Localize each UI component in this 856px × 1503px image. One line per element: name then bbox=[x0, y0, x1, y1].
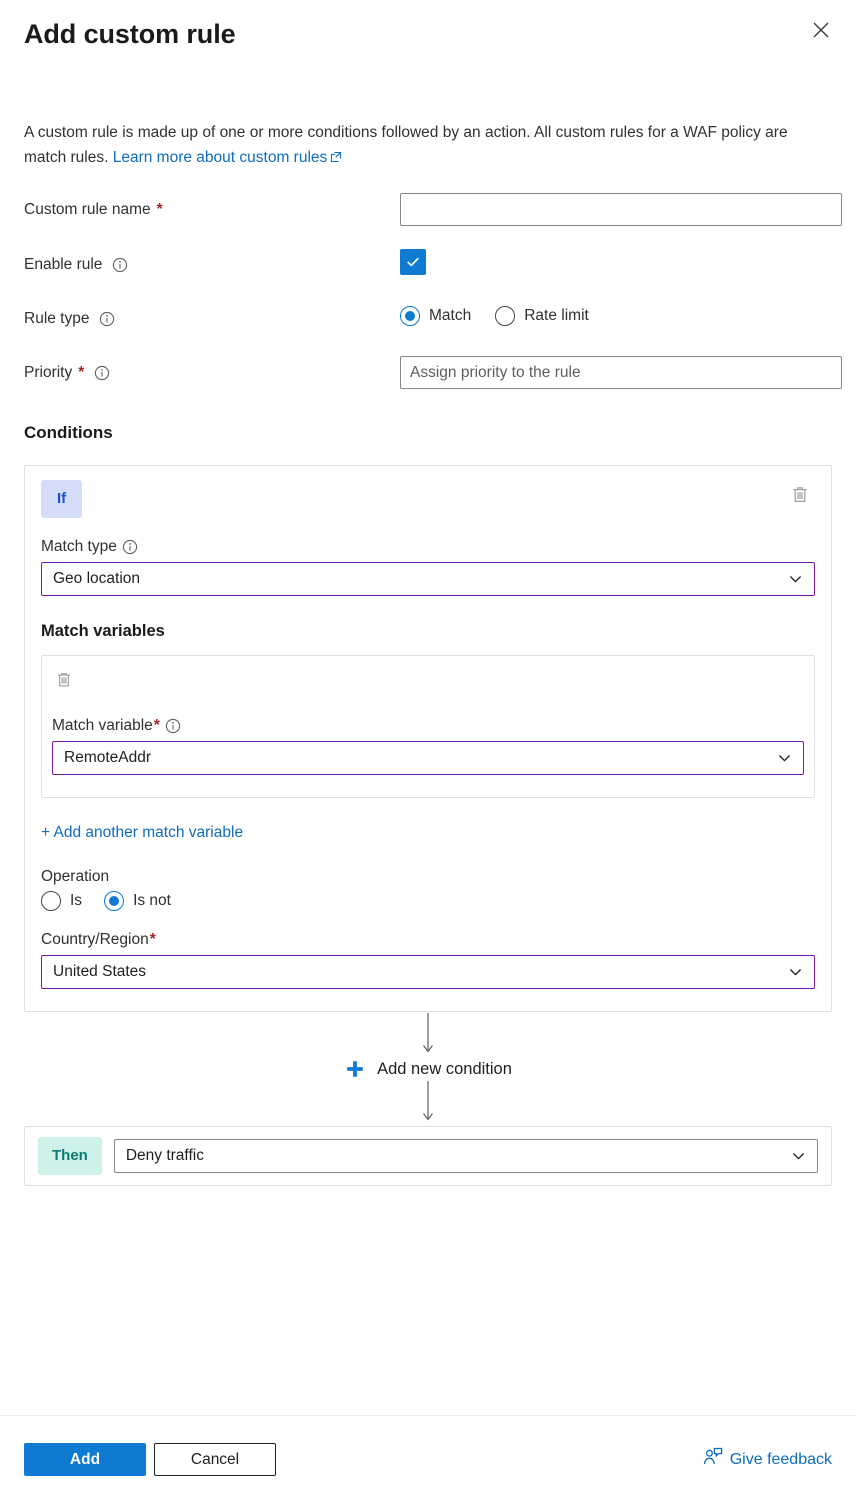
rule-type-field: Match Rate limit bbox=[400, 302, 832, 326]
country-region-label: Country/Region * bbox=[41, 931, 815, 949]
chevron-down-icon bbox=[787, 964, 804, 981]
required-asterisk: * bbox=[149, 931, 156, 948]
chevron-down-icon bbox=[790, 1148, 807, 1165]
plus-icon bbox=[344, 1058, 366, 1080]
delete-match-variable-button[interactable] bbox=[50, 666, 78, 697]
connector-arrow-top bbox=[24, 1012, 832, 1058]
rule-type-row: Rule type Match Rate limit bbox=[24, 302, 832, 334]
operation-label: Operation bbox=[41, 868, 110, 885]
enable-rule-label-text: Enable rule bbox=[24, 256, 103, 273]
info-icon[interactable] bbox=[165, 718, 181, 734]
radio-icon bbox=[400, 306, 420, 326]
enable-rule-checkbox[interactable] bbox=[400, 249, 426, 275]
condition-card: If Match type Geo location Match variabl… bbox=[24, 465, 832, 1012]
chevron-down-icon bbox=[776, 750, 793, 767]
priority-label: Priority * bbox=[24, 356, 400, 384]
add-new-condition-button[interactable]: Add new condition bbox=[24, 1058, 832, 1080]
info-icon[interactable] bbox=[112, 257, 128, 273]
custom-rule-name-label-text: Custom rule name bbox=[24, 201, 151, 218]
rule-type-option-match[interactable]: Match bbox=[400, 306, 471, 326]
add-new-condition-label: Add new condition bbox=[377, 1059, 512, 1078]
info-icon[interactable] bbox=[122, 539, 138, 555]
country-region-dropdown[interactable]: United States bbox=[41, 955, 815, 989]
condition-card-header: If bbox=[41, 480, 815, 518]
required-asterisk: * bbox=[78, 364, 85, 381]
connector-arrow-bottom bbox=[24, 1080, 832, 1126]
trash-icon bbox=[54, 670, 74, 693]
rule-type-label: Rule type bbox=[24, 302, 400, 330]
panel-header: Add custom rule bbox=[0, 0, 856, 86]
info-icon[interactable] bbox=[94, 365, 110, 381]
required-asterisk: * bbox=[153, 717, 160, 734]
give-feedback-label: Give feedback bbox=[729, 1450, 832, 1468]
custom-rule-name-row: Custom rule name * bbox=[24, 193, 842, 226]
conditions-heading: Conditions bbox=[24, 423, 113, 442]
operation-radio-group: Is Is not bbox=[41, 891, 815, 911]
rule-type-option-rate-limit[interactable]: Rate limit bbox=[495, 306, 589, 326]
match-variable-dropdown[interactable]: RemoteAddr bbox=[52, 741, 804, 775]
custom-rule-name-field bbox=[400, 193, 842, 226]
operation-option-is-not[interactable]: Is not bbox=[104, 891, 171, 911]
action-dropdown[interactable]: Deny traffic bbox=[113, 1139, 818, 1173]
match-variable-label: Match variable * bbox=[52, 717, 804, 735]
if-badge: If bbox=[41, 480, 83, 518]
rule-type-radio-group: Match Rate limit bbox=[400, 306, 832, 326]
radio-icon bbox=[104, 891, 125, 911]
add-another-match-variable-link[interactable]: + Add another match variable bbox=[41, 824, 243, 842]
match-variable-label-text: Match variable bbox=[52, 717, 153, 734]
action-card: Then Deny traffic bbox=[24, 1126, 832, 1186]
panel-body: A custom rule is made up of one or more … bbox=[0, 120, 856, 1186]
operation-option-is[interactable]: Is bbox=[41, 891, 82, 911]
country-region-value: United States bbox=[53, 963, 147, 980]
match-variable-item: Match variable * RemoteAddr bbox=[41, 655, 815, 798]
rule-type-option-match-label: Match bbox=[429, 307, 472, 324]
rule-type-label-text: Rule type bbox=[24, 310, 90, 327]
info-icon[interactable] bbox=[99, 311, 115, 327]
learn-more-link[interactable]: Learn more about custom rules bbox=[113, 149, 343, 166]
radio-icon bbox=[495, 306, 516, 326]
custom-rule-name-label: Custom rule name * bbox=[24, 193, 400, 221]
close-button[interactable] bbox=[804, 14, 838, 48]
country-region-label-text: Country/Region bbox=[41, 931, 149, 948]
match-variable-value: RemoteAddr bbox=[64, 749, 152, 766]
intro-text: A custom rule is made up of one or more … bbox=[24, 120, 832, 171]
close-icon bbox=[811, 20, 831, 43]
feedback-person-icon bbox=[703, 1447, 723, 1472]
operation-option-is-not-label: Is not bbox=[133, 892, 171, 909]
required-asterisk: * bbox=[156, 201, 163, 218]
then-badge: Then bbox=[38, 1137, 102, 1175]
match-type-dropdown[interactable]: Geo location bbox=[41, 562, 815, 596]
action-value: Deny traffic bbox=[125, 1147, 204, 1164]
page-title: Add custom rule bbox=[24, 19, 236, 49]
priority-row: Priority * bbox=[24, 356, 842, 389]
add-button[interactable]: Add bbox=[24, 1443, 146, 1476]
learn-more-label: Learn more about custom rules bbox=[112, 149, 328, 166]
match-variables-heading: Match variables bbox=[41, 622, 165, 640]
radio-icon bbox=[41, 891, 61, 911]
panel-footer: Add Cancel Give feedback bbox=[0, 1415, 856, 1503]
rule-type-option-rate-limit-label: Rate limit bbox=[524, 307, 589, 324]
match-type-value: Geo location bbox=[53, 570, 141, 587]
priority-input[interactable] bbox=[400, 356, 842, 389]
match-type-label-text: Match type bbox=[41, 538, 117, 555]
match-type-label: Match type bbox=[41, 538, 815, 556]
priority-field bbox=[400, 356, 842, 389]
enable-rule-row: Enable rule bbox=[24, 248, 832, 280]
enable-rule-field bbox=[400, 248, 832, 275]
give-feedback-button[interactable]: Give feedback bbox=[703, 1447, 832, 1472]
custom-rule-name-input[interactable] bbox=[400, 193, 842, 226]
enable-rule-label: Enable rule bbox=[24, 248, 400, 276]
chevron-down-icon bbox=[787, 571, 804, 588]
trash-icon bbox=[789, 484, 811, 509]
priority-label-text: Priority bbox=[24, 364, 73, 381]
delete-condition-button[interactable] bbox=[785, 480, 815, 513]
cancel-button[interactable]: Cancel bbox=[154, 1443, 276, 1476]
operation-option-is-label: Is bbox=[70, 892, 83, 909]
external-link-icon bbox=[330, 146, 342, 171]
